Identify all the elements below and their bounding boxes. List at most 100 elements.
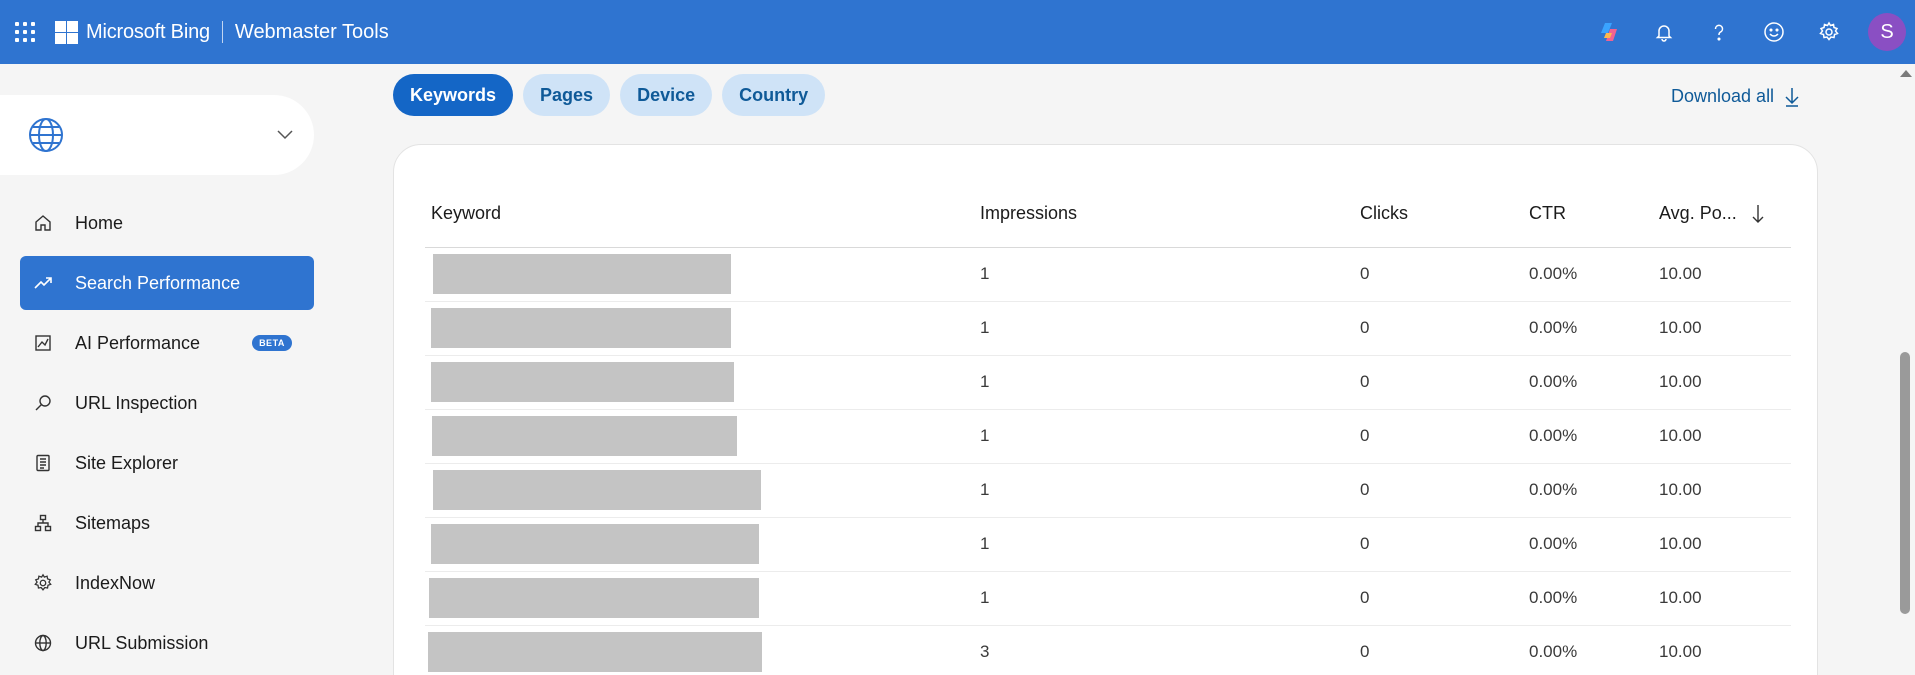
help-button[interactable] — [1691, 0, 1746, 64]
clicks-cell: 0 — [1360, 571, 1529, 626]
help-icon — [1714, 24, 1723, 41]
clicks-cell: 0 — [1360, 517, 1529, 572]
sidebar-item-site-explorer[interactable]: Site Explorer — [20, 436, 314, 490]
main-content: Keywords Pages Device Country Download a… — [330, 64, 1890, 675]
gear-icon — [33, 573, 53, 593]
brand-name[interactable]: Microsoft Bing — [86, 21, 210, 44]
ctr-cell: 0.00% — [1529, 463, 1659, 518]
column-header-impressions[interactable]: Impressions — [980, 181, 1360, 248]
sort-descending-icon[interactable] — [1751, 204, 1765, 224]
keywords-table-card: Keyword Impressions Clicks CTR Avg. Po..… — [393, 144, 1818, 675]
download-all-label: Download all — [1671, 86, 1775, 106]
tab-pages[interactable]: Pages — [523, 74, 611, 116]
avg-position-cell: 10.00 — [1659, 247, 1791, 302]
redacted-keyword — [433, 254, 731, 294]
redacted-keyword — [431, 362, 734, 402]
ctr-cell: 0.00% — [1529, 409, 1659, 464]
dimension-tabs: Keywords Pages Device Country — [393, 74, 835, 116]
column-header-ctr[interactable]: CTR — [1529, 181, 1659, 248]
sidebar-item-ai-performance[interactable]: AI Performance BETA — [20, 316, 314, 370]
table-row[interactable]: 1 0 0.00% 10.00 — [425, 571, 1791, 626]
scroll-up-arrow-icon[interactable] — [1900, 70, 1912, 77]
tab-country[interactable]: Country — [722, 74, 826, 116]
page-scrollbar[interactable] — [1896, 64, 1915, 675]
tab-keywords[interactable]: Keywords — [393, 74, 514, 116]
table-row[interactable]: 1 0 0.00% 10.00 — [425, 409, 1791, 464]
sidebar-item-url-inspection[interactable]: URL Inspection — [20, 376, 314, 430]
table-row[interactable]: 1 0 0.00% 10.00 — [425, 355, 1791, 410]
table-row[interactable]: 1 0 0.00% 10.00 — [425, 517, 1791, 572]
keywords-table: Keyword Impressions Clicks CTR Avg. Po..… — [425, 181, 1791, 675]
column-header-clicks[interactable]: Clicks — [1360, 181, 1529, 248]
sidebar-item-indexnow[interactable]: IndexNow — [20, 556, 314, 610]
redacted-keyword — [428, 632, 762, 672]
tab-device[interactable]: Device — [620, 74, 713, 116]
notifications-button[interactable] — [1636, 0, 1691, 64]
avg-position-cell: 10.00 — [1659, 571, 1791, 626]
copilot-button[interactable] — [1581, 0, 1636, 64]
home-icon — [33, 213, 53, 233]
document-icon — [33, 453, 53, 473]
impressions-cell: 1 — [980, 571, 1360, 626]
avg-position-cell: 10.00 — [1659, 301, 1791, 356]
ctr-cell: 0.00% — [1529, 571, 1659, 626]
table-row[interactable]: 1 0 0.00% 10.00 — [425, 463, 1791, 518]
table-row[interactable]: 1 0 0.00% 10.00 — [425, 301, 1791, 356]
sidebar-item-label: Sitemaps — [75, 512, 151, 533]
top-bar: Microsoft Bing Webmaster Tools S — [0, 0, 1915, 64]
clicks-cell: 0 — [1360, 625, 1529, 675]
settings-button[interactable] — [1801, 0, 1856, 64]
product-name[interactable]: Webmaster Tools — [235, 21, 389, 44]
brand-divider — [221, 21, 223, 43]
sidebar-item-search-performance[interactable]: Search Performance — [20, 256, 314, 310]
avg-position-cell: 10.00 — [1659, 355, 1791, 410]
impressions-cell: 1 — [980, 409, 1360, 464]
microsoft-logo-icon[interactable] — [55, 20, 78, 44]
sidebar-item-label: Site Explorer — [75, 452, 179, 473]
impressions-cell: 3 — [980, 625, 1360, 675]
sidebar-item-url-submission[interactable]: URL Submission — [20, 616, 314, 670]
ctr-cell: 0.00% — [1529, 625, 1659, 675]
table-row[interactable]: 3 0 0.00% 10.00 — [425, 625, 1791, 675]
impressions-cell: 1 — [980, 517, 1360, 572]
impressions-cell: 1 — [980, 463, 1360, 518]
download-all-link[interactable]: Download all — [1671, 86, 1800, 107]
avg-position-cell: 10.00 — [1659, 517, 1791, 572]
sitemap-icon — [33, 513, 53, 533]
beta-badge: BETA — [252, 335, 292, 351]
ctr-cell: 0.00% — [1529, 301, 1659, 356]
column-header-keyword[interactable]: Keyword — [425, 181, 980, 248]
clicks-cell: 0 — [1360, 463, 1529, 518]
table-header-row: Keyword Impressions Clicks CTR Avg. Po..… — [425, 181, 1791, 248]
sidebar-item-label: IndexNow — [75, 572, 156, 593]
avg-position-cell: 10.00 — [1659, 409, 1791, 464]
ctr-cell: 0.00% — [1529, 247, 1659, 302]
sidebar-item-label: Search Performance — [75, 272, 241, 293]
sidebar-item-label: AI Performance — [75, 332, 201, 353]
sidebar-item-sitemaps[interactable]: Sitemaps — [20, 496, 314, 550]
bell-icon — [1655, 25, 1672, 42]
globe-icon — [33, 633, 53, 653]
gear-icon — [1818, 21, 1839, 41]
table-row[interactable]: 1 0 0.00% 10.00 — [425, 247, 1791, 302]
column-header-avg-position[interactable]: Avg. Po... — [1659, 181, 1791, 248]
site-picker[interactable] — [0, 95, 314, 175]
clicks-cell: 0 — [1360, 301, 1529, 356]
sidebar-item-label: URL Submission — [75, 632, 209, 653]
column-header-avg-position-label: Avg. Po... — [1659, 203, 1737, 224]
impressions-cell: 1 — [980, 355, 1360, 410]
redacted-keyword — [431, 524, 759, 564]
sidebar-item-label: URL Inspection — [75, 392, 198, 413]
apps-waffle-icon[interactable] — [13, 20, 37, 44]
redacted-keyword — [431, 308, 731, 348]
feedback-button[interactable] — [1746, 0, 1801, 64]
scrollbar-thumb[interactable] — [1900, 352, 1910, 614]
sidebar-item-home[interactable]: Home — [20, 196, 314, 250]
sidebar-nav: Home Search Performance AI Performance B… — [20, 196, 314, 675]
sidebar-item-label: Home — [75, 212, 124, 233]
avatar[interactable]: S — [1868, 13, 1906, 51]
copilot-icon — [1600, 23, 1617, 41]
globe-icon — [29, 118, 63, 152]
chart-icon — [33, 333, 53, 353]
sidebar: Home Search Performance AI Performance B… — [0, 64, 330, 675]
